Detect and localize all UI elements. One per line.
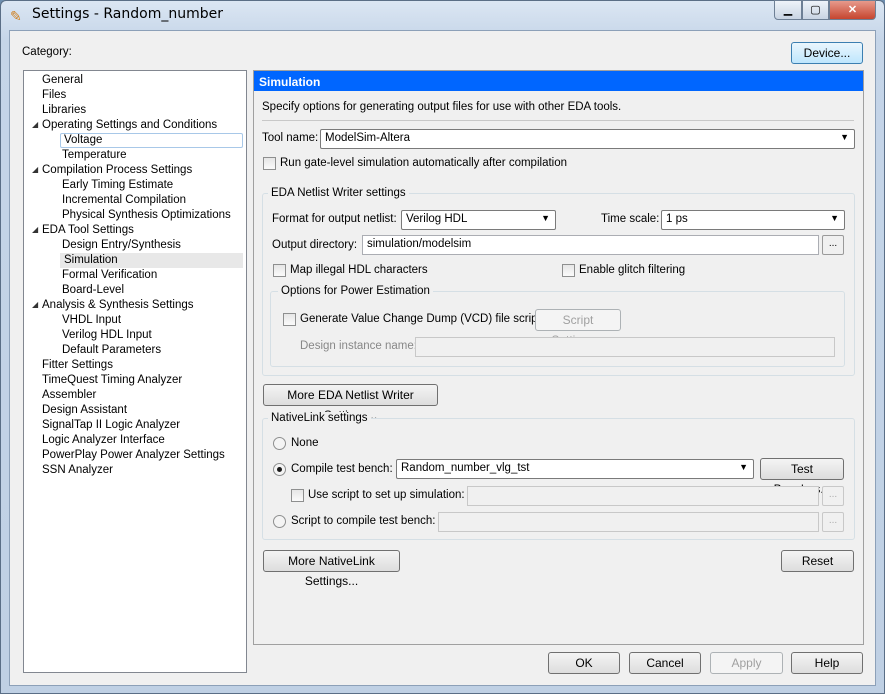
none-label: None [291, 437, 319, 449]
dropdown-arrow-icon: ▼ [830, 213, 839, 223]
expand-triangle-icon[interactable]: ◢ [32, 165, 38, 174]
ok-button[interactable]: OK [548, 652, 620, 674]
tree-item[interactable]: Early Timing Estimate [62, 178, 173, 193]
tool-name-value: ModelSim-Altera [325, 132, 410, 144]
format-select[interactable]: Verilog HDL ▼ [401, 210, 556, 230]
format-value: Verilog HDL [406, 213, 468, 225]
timescale-label: Time scale: [601, 213, 660, 225]
tree-item[interactable]: EDA Tool Settings [42, 223, 134, 238]
panel-description: Specify options for generating output fi… [262, 101, 622, 113]
simulation-panel: Simulation Specify options for generatin… [253, 70, 864, 645]
tree-item[interactable]: Verilog HDL Input [62, 328, 152, 343]
instance-input[interactable] [415, 337, 835, 357]
tree-item[interactable]: Logic Analyzer Interface [42, 433, 165, 448]
dropdown-arrow-icon: ▼ [541, 213, 550, 223]
window-title: Settings - Random_number [32, 6, 223, 22]
category-label: Category: [22, 46, 72, 58]
category-tree[interactable]: General Files Libraries ◢ Operating Settings… [23, 70, 247, 673]
tree-item[interactable]: Temperature [62, 148, 127, 163]
outdir-input[interactable]: simulation/modelsim [362, 235, 819, 255]
maximize-button[interactable]: ▢ [802, 0, 829, 20]
expand-triangle-icon[interactable]: ◢ [32, 120, 38, 129]
format-label: Format for output netlist: [272, 213, 397, 225]
tree-item[interactable]: Voltage [60, 133, 243, 148]
expand-triangle-icon[interactable]: ◢ [32, 225, 38, 234]
help-button[interactable]: Help [791, 652, 863, 674]
tree-item[interactable]: Formal Verification [62, 268, 157, 283]
dropdown-arrow-icon: ▼ [739, 462, 748, 472]
eda-netlist-title: EDA Netlist Writer settings [268, 187, 409, 199]
panel-header: Simulation [254, 71, 863, 91]
tree-item[interactable]: Compilation Process Settings [42, 163, 192, 178]
instance-label: Design instance name: [300, 340, 417, 352]
timescale-value: 1 ps [666, 213, 688, 225]
map-illegal-checkbox[interactable] [273, 264, 286, 277]
cancel-button[interactable]: Cancel [629, 652, 701, 674]
script-compile-browse-button[interactable]: ... [822, 512, 844, 532]
none-radio[interactable] [273, 437, 286, 450]
use-script-input[interactable] [467, 486, 819, 506]
tree-item[interactable]: Incremental Compilation [62, 193, 186, 208]
script-compile-label: Script to compile test bench: [291, 515, 436, 527]
tree-item[interactable]: Libraries [42, 103, 86, 118]
vcd-label: Generate Value Change Dump (VCD) file sc… [300, 313, 541, 325]
tree-item[interactable]: PowerPlay Power Analyzer Settings [42, 448, 225, 463]
tree-item[interactable]: Physical Synthesis Optimizations [62, 208, 231, 223]
glitch-label: Enable glitch filtering [579, 264, 686, 276]
close-button[interactable]: ✕ [829, 0, 876, 20]
device-button[interactable]: Device... [791, 42, 863, 64]
outdir-label: Output directory: [272, 239, 358, 251]
tree-item[interactable]: TimeQuest Timing Analyzer [42, 373, 182, 388]
tree-item[interactable]: Operating Settings and Conditions [42, 118, 217, 133]
test-benches-button[interactable]: Test Benches... [760, 458, 844, 496]
power-estimation-title: Options for Power Estimation [278, 285, 433, 297]
use-script-label: Use script to set up simulation: [308, 489, 465, 501]
more-eda-button[interactable]: More EDA Netlist Writer Settings... [263, 384, 438, 422]
testbench-select[interactable]: Random_number_vlg_tst ▼ [396, 459, 754, 479]
outdir-browse-button[interactable]: ... [822, 235, 844, 255]
apply-button[interactable]: Apply [710, 652, 783, 674]
tree-item[interactable]: VHDL Input [62, 313, 121, 328]
tree-item[interactable]: SignalTap II Logic Analyzer [42, 418, 180, 433]
reset-button[interactable]: Reset [781, 550, 854, 572]
run-gate-level-label: Run gate-level simulation automatically … [280, 157, 568, 169]
map-illegal-label: Map illegal HDL characters [290, 264, 428, 276]
use-script-browse-button[interactable]: ... [822, 486, 844, 506]
more-nativelink-button[interactable]: More NativeLink Settings... [263, 550, 400, 588]
vcd-checkbox[interactable] [283, 313, 296, 326]
expand-triangle-icon[interactable]: ◢ [32, 300, 38, 309]
tool-name-label: Tool name: [262, 132, 319, 144]
divider [262, 120, 854, 121]
tree-item[interactable]: Files [42, 88, 66, 103]
script-compile-input[interactable] [438, 512, 819, 532]
tree-item[interactable]: Simulation [60, 253, 243, 268]
dropdown-arrow-icon: ▼ [840, 132, 849, 142]
tree-item[interactable]: Assembler [42, 388, 96, 403]
tree-item[interactable]: SSN Analyzer [42, 463, 113, 478]
minimize-button[interactable]: ▁ [774, 0, 802, 20]
use-script-checkbox[interactable] [291, 489, 304, 502]
settings-icon: ✎ [10, 8, 22, 24]
tree-item[interactable]: Analysis & Synthesis Settings [42, 298, 194, 313]
tool-name-select[interactable]: ModelSim-Altera ▼ [320, 129, 855, 149]
tree-item[interactable]: Design Entry/Synthesis [62, 238, 181, 253]
testbench-value: Random_number_vlg_tst [401, 462, 530, 474]
timescale-select[interactable]: 1 ps ▼ [661, 210, 845, 230]
script-settings-button[interactable]: Script Settings... [535, 309, 621, 347]
tree-item[interactable]: Fitter Settings [42, 358, 113, 373]
tree-item[interactable]: Design Assistant [42, 403, 127, 418]
nativelink-title: NativeLink settings [268, 412, 371, 424]
tree-item[interactable]: Default Parameters [62, 343, 161, 358]
glitch-checkbox[interactable] [562, 264, 575, 277]
tree-item[interactable]: Board-Level [62, 283, 124, 298]
compile-testbench-label: Compile test bench: [291, 463, 393, 475]
run-gate-level-checkbox[interactable] [263, 157, 276, 170]
tree-item[interactable]: General [42, 73, 83, 88]
compile-testbench-radio[interactable] [273, 463, 286, 476]
script-compile-radio[interactable] [273, 515, 286, 528]
